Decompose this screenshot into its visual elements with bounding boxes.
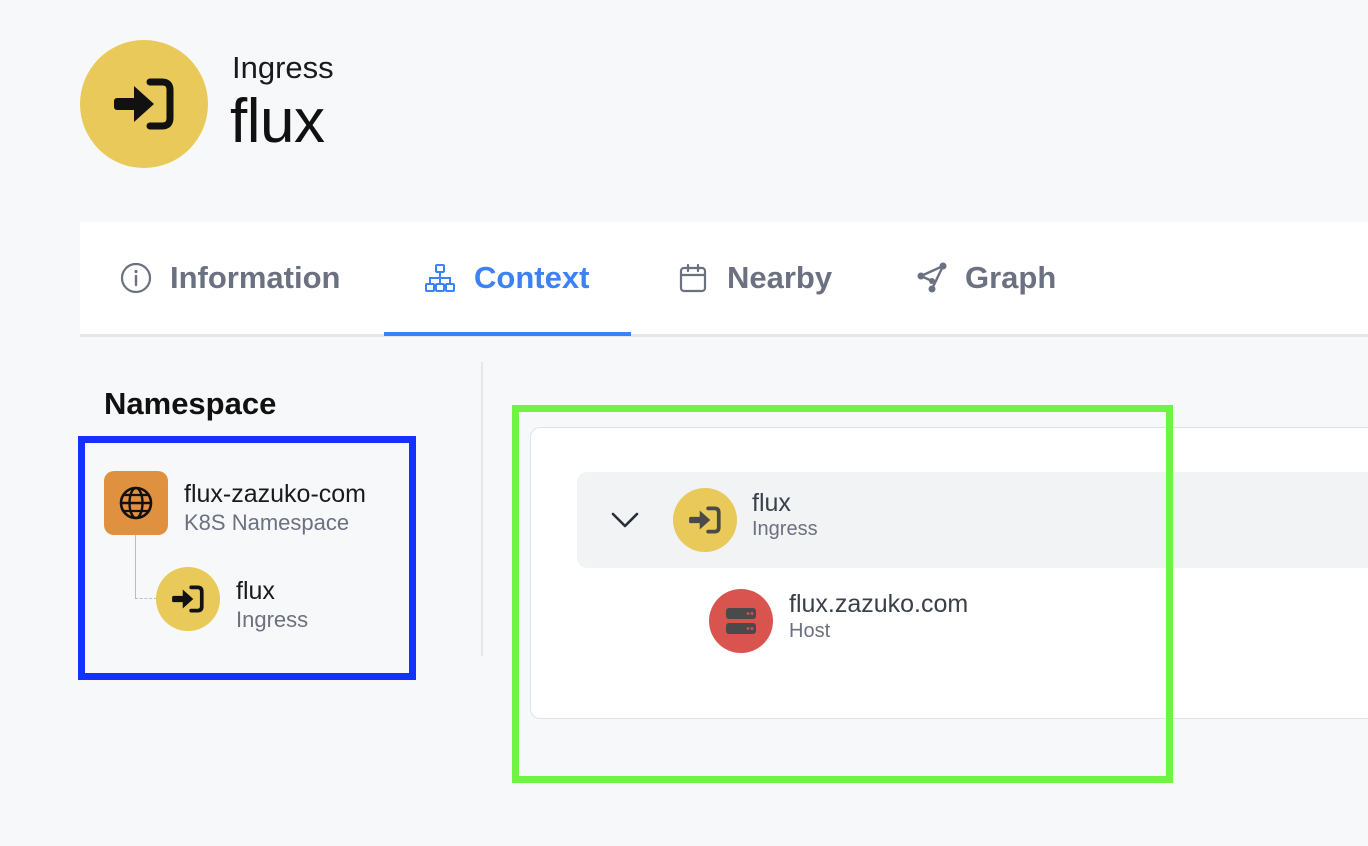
namespace-kind: K8S Namespace xyxy=(184,510,350,535)
namespace-child-kind: Ingress xyxy=(236,607,309,632)
resource-type: Ingress xyxy=(232,50,334,85)
tree-connector-branch xyxy=(135,598,157,599)
graph-icon xyxy=(915,262,947,294)
namespace-child-name[interactable]: flux xyxy=(236,577,275,606)
panel-divider xyxy=(481,362,483,656)
ingress-arrow-icon[interactable] xyxy=(156,567,220,631)
tab-information-label: Information xyxy=(170,260,341,295)
page-title: flux xyxy=(230,87,325,156)
tab-context[interactable]: Context xyxy=(424,222,589,334)
info-circle-icon xyxy=(120,262,152,294)
tab-graph-label: Graph xyxy=(965,260,1057,295)
page: Ingress flux Information Context Nearby … xyxy=(0,0,1368,846)
ingress-arrow-icon xyxy=(80,40,208,168)
tab-context-label: Context xyxy=(474,260,590,295)
globe-icon[interactable] xyxy=(104,471,168,535)
namespace-heading: Namespace xyxy=(104,386,277,421)
hierarchy-icon xyxy=(424,262,456,294)
tab-information[interactable]: Information xyxy=(120,222,341,334)
tab-graph[interactable]: Graph xyxy=(915,222,1056,334)
calendar-icon xyxy=(677,262,709,294)
tab-nearby-label: Nearby xyxy=(727,260,833,295)
tab-nearby[interactable]: Nearby xyxy=(677,222,832,334)
tree-connector xyxy=(135,535,136,598)
context-highlight-frame xyxy=(512,405,1173,783)
namespace-name[interactable]: flux-zazuko-com xyxy=(184,480,366,509)
tab-bar: Information Context Nearby Graph xyxy=(80,222,1368,337)
active-tab-indicator xyxy=(384,332,631,336)
